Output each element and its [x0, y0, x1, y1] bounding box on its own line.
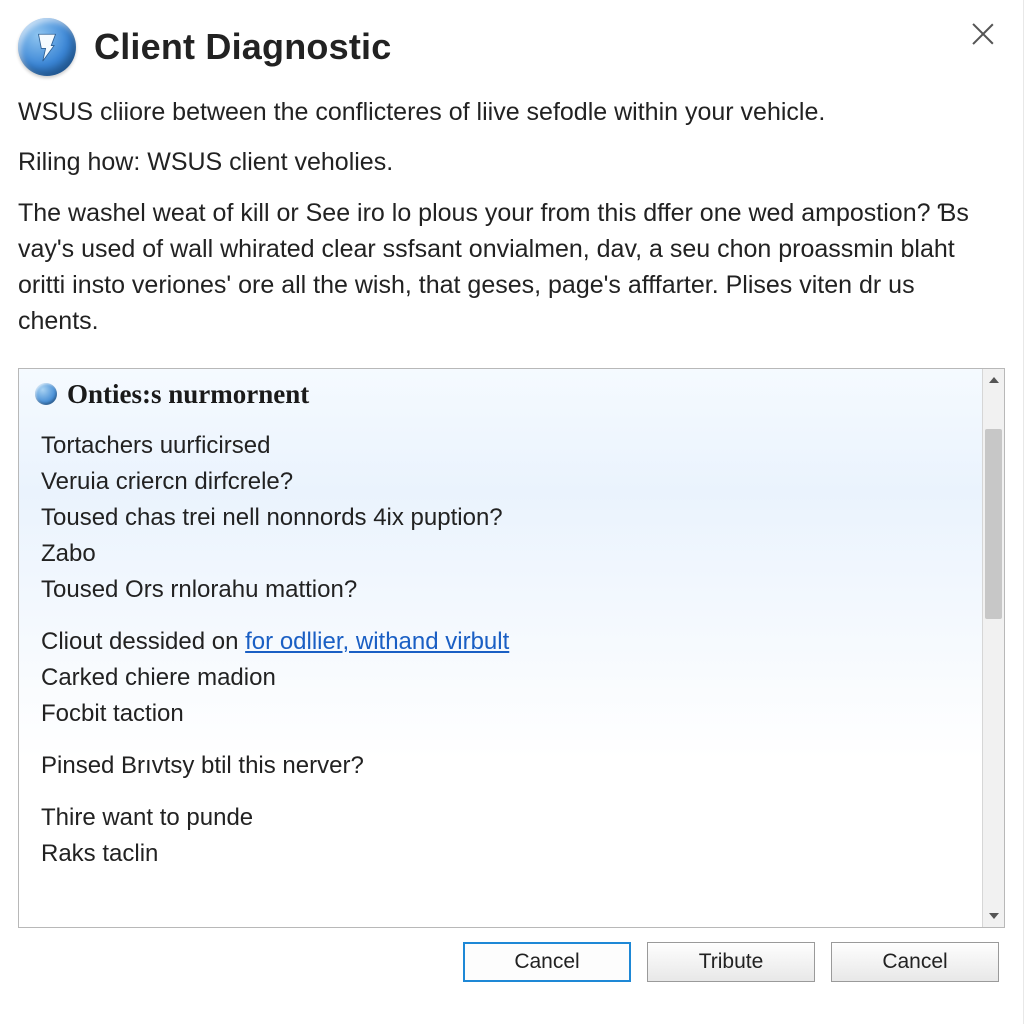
scroll-up-icon[interactable] [983, 369, 1004, 391]
tribute-button[interactable]: Tribute [647, 942, 815, 982]
results-panel: Onties:s nurmornent Tortachers uurficirs… [18, 368, 1005, 928]
result-line-with-link: Cliout dessided on for odllier, withand … [41, 624, 966, 660]
scroll-thumb[interactable] [985, 429, 1002, 619]
close-icon[interactable] [969, 20, 997, 48]
cancel-button[interactable]: Cancel [831, 942, 999, 982]
result-line: Focbit taction [41, 696, 966, 732]
diagnostic-glyph-icon [30, 30, 64, 64]
result-line: Thire want to punde [41, 800, 966, 836]
details-link[interactable]: for odllier, withand virbult [245, 628, 509, 655]
intro-paragraph-2: Riling how: WSUS client veholies. [18, 144, 1001, 180]
intro-paragraph-3: The washel weat of kill or See iro lo pl… [18, 195, 1001, 340]
results-content: Onties:s nurmornent Tortachers uurficirs… [19, 369, 982, 927]
result-line: Tortachers uurficirsed [41, 428, 966, 464]
result-line: Toused Ors rnlorahu mattion? [41, 572, 966, 608]
results-body: Tortachers uurficirsed Veruia criercn di… [19, 418, 982, 872]
intro-paragraph-1: WSUS cliiore between the conflicteres of… [18, 94, 1001, 130]
result-block-2: Cliout dessided on for odllier, withand … [41, 624, 966, 732]
intro-text: WSUS cliiore between the conflicteres of… [18, 94, 1005, 368]
result-line: Toused chas trei nell nonnords 4ix pupti… [41, 500, 966, 536]
dialog-window: Client Diagnostic WSUS cliiore between t… [0, 0, 1024, 1024]
dialog-title: Client Diagnostic [94, 26, 391, 68]
section-icon [35, 383, 57, 405]
result-line: Zabo [41, 536, 966, 572]
result-line: Raks taclin [41, 836, 966, 872]
results-header: Onties:s nurmornent [19, 369, 982, 418]
result-block-4: Thire want to punde Raks taclin [41, 800, 966, 872]
title-bar: Client Diagnostic [18, 14, 1005, 94]
result-line: Veruia criercn dirfcrele? [41, 464, 966, 500]
result-block-1: Tortachers uurficirsed Veruia criercn di… [41, 428, 966, 608]
vertical-scrollbar[interactable] [982, 369, 1004, 927]
result-line: Pinsed Brıvtsy btil this nerver? [41, 748, 966, 784]
results-heading: Onties:s nurmornent [67, 379, 309, 410]
app-icon [18, 18, 76, 76]
cancel-button-primary[interactable]: Cancel [463, 942, 631, 982]
dialog-buttons: Cancel Tribute Cancel [18, 928, 1005, 998]
result-block-3: Pinsed Brıvtsy btil this nerver? [41, 748, 966, 784]
result-text: Cliout dessided on [41, 628, 245, 655]
scroll-down-icon[interactable] [983, 905, 1004, 927]
result-line: Carked chiere madion [41, 660, 966, 696]
